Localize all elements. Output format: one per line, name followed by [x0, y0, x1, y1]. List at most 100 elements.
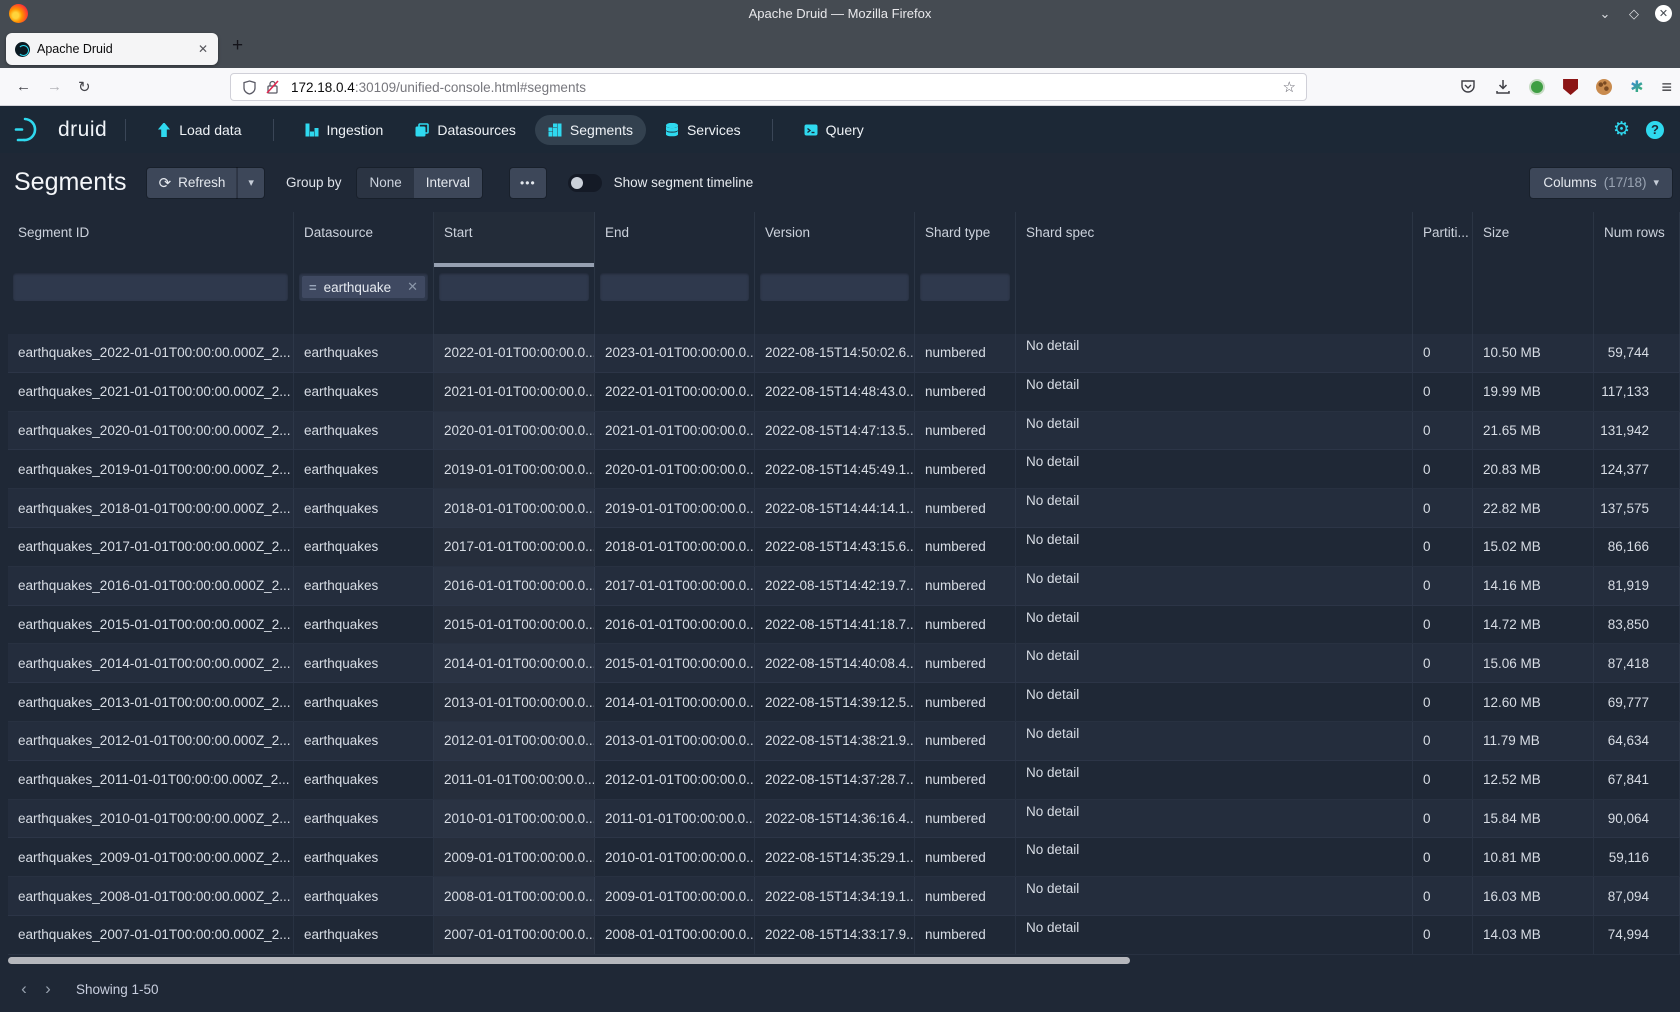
filter-input-datasource[interactable]: =earthquake✕	[299, 273, 428, 301]
cell-partitions: 0	[1413, 567, 1473, 605]
nav-item-load-data[interactable]: Load data	[144, 115, 254, 145]
forward-icon[interactable]: →	[47, 78, 62, 95]
cell-version: 2022-08-15T14:40:08.4...	[755, 644, 915, 682]
new-tab-button[interactable]: +	[232, 35, 243, 57]
filter-input-id[interactable]	[13, 273, 288, 301]
cell-end: 2022-01-01T00:00:00.0...	[595, 373, 755, 411]
table-row: earthquakes_2007-01-01T00:00:00.000Z_2..…	[8, 916, 1680, 955]
filter-input-start[interactable]	[439, 273, 589, 301]
cell-shard_spec: No detail	[1016, 606, 1413, 644]
cell-start: 2022-01-01T00:00:00.0...	[434, 334, 595, 372]
nav-item-datasources[interactable]: Datasources	[402, 115, 529, 145]
filter-input-end[interactable]	[600, 273, 749, 301]
cell-id: earthquakes_2013-01-01T00:00:00.000Z_2..…	[8, 683, 294, 721]
refresh-button[interactable]: ⟳ Refresh	[147, 168, 238, 198]
column-header-id[interactable]: Segment ID	[8, 212, 294, 267]
nav-item-ingestion[interactable]: Ingestion	[292, 115, 397, 145]
window-maximize-icon[interactable]: ◇	[1626, 6, 1642, 22]
column-header-shard_type[interactable]: Shard type	[915, 212, 1016, 267]
menu-icon[interactable]: ≡	[1661, 77, 1672, 98]
bookmark-star-icon[interactable]: ☆	[1283, 78, 1296, 96]
refresh-interval-dropdown[interactable]: ▾	[237, 168, 264, 198]
cell-partitions: 0	[1413, 489, 1473, 527]
cell-shard_spec: No detail	[1016, 916, 1413, 954]
cell-datasource: earthquakes	[294, 683, 434, 721]
window-minimize-icon[interactable]: ⌄	[1597, 6, 1613, 22]
insecure-lock-icon[interactable]	[266, 80, 279, 94]
cell-shard_type: numbered	[915, 838, 1016, 876]
cell-shard_spec: No detail	[1016, 877, 1413, 915]
reload-icon[interactable]: ↻	[78, 78, 91, 96]
downloads-icon[interactable]	[1494, 79, 1511, 96]
cell-id: earthquakes_2012-01-01T00:00:00.000Z_2..…	[8, 722, 294, 760]
window-close-icon[interactable]: ✕	[1655, 5, 1672, 22]
filter-value: earthquake	[324, 280, 401, 295]
nav-item-segments[interactable]: Segments	[535, 115, 646, 145]
cell-start: 2019-01-01T00:00:00.0...	[434, 450, 595, 488]
column-header-datasource[interactable]: Datasource	[294, 212, 434, 267]
back-icon[interactable]: ←	[16, 78, 31, 95]
cell-end: 2015-01-01T00:00:00.0...	[595, 644, 755, 682]
cell-version: 2022-08-15T14:36:16.4...	[755, 800, 915, 838]
cell-start: 2018-01-01T00:00:00.0...	[434, 489, 595, 527]
cell-start: 2008-01-01T00:00:00.0...	[434, 877, 595, 915]
cell-size: 10.81 MB	[1473, 838, 1594, 876]
column-header-num_rows[interactable]: Num rows	[1594, 212, 1680, 267]
columns-button[interactable]: Columns (17/18) ▾	[1530, 168, 1672, 198]
table-row: earthquakes_2016-01-01T00:00:00.000Z_2..…	[8, 567, 1680, 606]
cell-end: 2017-01-01T00:00:00.0...	[595, 567, 755, 605]
column-header-end[interactable]: End	[595, 212, 755, 267]
remove-filter-icon[interactable]: ✕	[407, 279, 418, 295]
cell-datasource: earthquakes	[294, 528, 434, 566]
cell-start: 2021-01-01T00:00:00.0...	[434, 373, 595, 411]
filter-input-version[interactable]	[760, 273, 909, 301]
horizontal-scrollbar-thumb[interactable]	[8, 957, 1130, 964]
extension-asterisk-icon[interactable]: ✱	[1630, 77, 1643, 97]
cell-start: 2015-01-01T00:00:00.0...	[434, 606, 595, 644]
segments-controls: Segments ⟳ Refresh ▾ Group by None Inter…	[0, 153, 1680, 212]
next-page-icon[interactable]: ›	[36, 977, 60, 1001]
cell-end: 2021-01-01T00:00:00.0...	[595, 412, 755, 450]
nav-item-services[interactable]: Services	[652, 115, 754, 145]
more-options-button[interactable]: •••	[510, 168, 546, 198]
group-by-interval-button[interactable]: Interval	[414, 168, 482, 198]
cell-datasource: earthquakes	[294, 567, 434, 605]
cell-num_rows: 117,133	[1594, 373, 1680, 411]
tracking-shield-icon[interactable]	[243, 80, 256, 95]
column-header-partitions[interactable]: Partiti...	[1413, 212, 1473, 267]
column-header-start[interactable]: Start	[434, 212, 595, 267]
cell-start: 2007-01-01T00:00:00.0...	[434, 916, 595, 954]
cell-version: 2022-08-15T14:48:43.0...	[755, 373, 915, 411]
column-header-size[interactable]: Size	[1473, 212, 1594, 267]
ublock-origin-icon[interactable]	[1563, 79, 1578, 95]
previous-page-icon[interactable]: ‹	[12, 977, 36, 1001]
cell-shard_spec: No detail	[1016, 528, 1413, 566]
cell-shard_spec: No detail	[1016, 334, 1413, 372]
table-row: earthquakes_2019-01-01T00:00:00.000Z_2..…	[8, 450, 1680, 489]
column-header-shard_spec[interactable]: Shard spec	[1016, 212, 1413, 267]
cell-end: 2018-01-01T00:00:00.0...	[595, 528, 755, 566]
url-bar[interactable]: 172.18.0.4:30109/unified-console.html#se…	[230, 73, 1307, 101]
group-by-none-button[interactable]: None	[357, 168, 413, 198]
column-header-version[interactable]: Version	[755, 212, 915, 267]
browser-tab[interactable]: Apache Druid ✕	[6, 33, 218, 65]
pocket-icon[interactable]	[1459, 79, 1476, 96]
nav-item-query[interactable]: Query	[791, 115, 877, 145]
page-title: Segments	[14, 168, 127, 197]
cell-partitions: 0	[1413, 877, 1473, 915]
cell-size: 20.83 MB	[1473, 450, 1594, 488]
extension-green-icon[interactable]	[1529, 79, 1545, 95]
filter-input-shard_type[interactable]	[920, 273, 1010, 301]
help-icon[interactable]: ?	[1646, 121, 1664, 139]
cell-version: 2022-08-15T14:35:29.1...	[755, 838, 915, 876]
tab-close-icon[interactable]: ✕	[198, 42, 208, 56]
nav-divider	[125, 119, 126, 141]
cell-end: 2019-01-01T00:00:00.0...	[595, 489, 755, 527]
cell-shard_spec: No detail	[1016, 450, 1413, 488]
druid-logo[interactable]: druid	[14, 116, 107, 143]
cell-id: earthquakes_2020-01-01T00:00:00.000Z_2..…	[8, 412, 294, 450]
segment-timeline-toggle[interactable]	[568, 174, 602, 192]
datasource-filter-tag[interactable]: =earthquake✕	[302, 276, 425, 298]
settings-gear-icon[interactable]: ⚙	[1613, 118, 1630, 141]
cookie-extension-icon[interactable]	[1596, 79, 1612, 95]
